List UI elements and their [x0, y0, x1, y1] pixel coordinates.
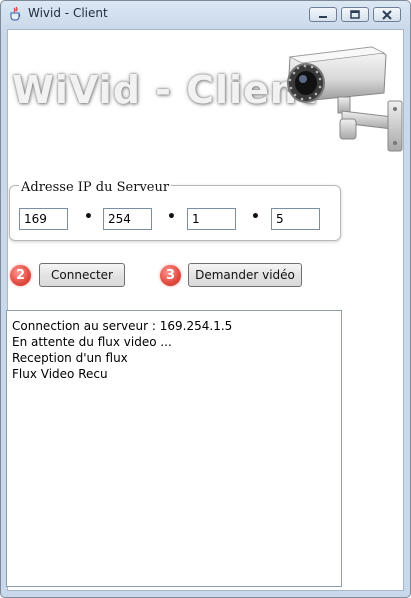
java-cup-icon [7, 6, 23, 22]
ip-octet-1-input[interactable] [19, 208, 68, 230]
maximize-button[interactable] [341, 7, 369, 22]
banner-title: WiVid - Client [12, 68, 318, 112]
window-title: Wivid - Client [28, 6, 108, 20]
ip-octet-3-input[interactable] [187, 208, 236, 230]
ip-separator-3: • [251, 209, 260, 225]
close-icon [382, 10, 392, 20]
connect-button[interactable]: Connecter [39, 263, 125, 287]
step-2-badge: 2 [10, 265, 31, 286]
ip-octet-4-input[interactable] [271, 208, 320, 230]
log-line: Flux Video Recu [12, 367, 108, 381]
ip-octet-2-input[interactable] [103, 208, 152, 230]
log-line: Connection au serveur : 169.254.1.5 [12, 319, 233, 333]
ip-separator-1: • [84, 209, 93, 225]
minimize-button[interactable] [309, 7, 337, 22]
maximize-icon [350, 10, 360, 19]
ip-separator-2: • [167, 209, 176, 225]
minimize-icon [319, 16, 327, 18]
request-video-button[interactable]: Demander vidéo [188, 263, 302, 287]
log-line: Reception d'un flux [12, 351, 128, 365]
title-bar[interactable]: Wivid - Client [1, 1, 410, 29]
log-textarea[interactable]: Connection au serveur : 169.254.1.5 En a… [6, 310, 342, 587]
ip-group-legend: Adresse IP du Serveur [19, 180, 172, 195]
security-camera-icon [280, 45, 404, 153]
step-3-badge: 3 [160, 265, 181, 286]
close-button[interactable] [373, 7, 401, 22]
log-line: En attente du flux video ... [12, 335, 172, 349]
